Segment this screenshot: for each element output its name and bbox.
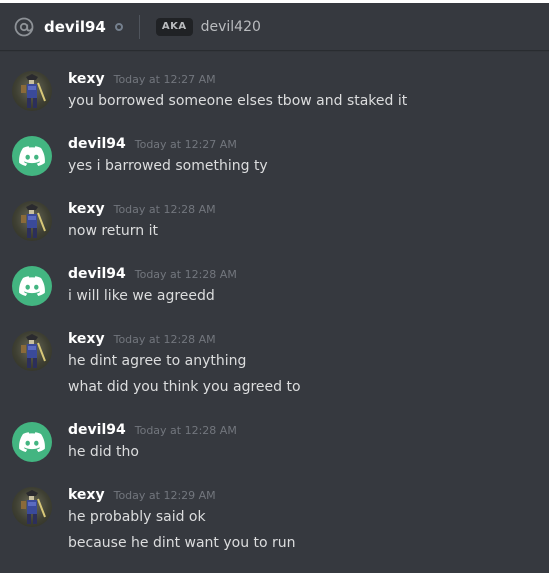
status-offline-icon <box>114 22 123 31</box>
message-body: kexy Today at 12:28 AM now return it <box>68 201 539 241</box>
discord-logo-icon <box>19 276 45 296</box>
message-author[interactable]: kexy <box>68 71 105 87</box>
message-author[interactable]: kexy <box>68 201 105 217</box>
message-author[interactable]: devil94 <box>68 422 126 438</box>
message-timestamp: Today at 12:27 AM <box>134 138 237 151</box>
message-author[interactable]: devil94 <box>68 136 126 152</box>
discord-default-avatar[interactable] <box>12 136 52 176</box>
at-sign-icon <box>14 17 34 37</box>
message-body: kexy Today at 12:27 AM you borrowed some… <box>68 71 539 111</box>
discord-default-avatar[interactable] <box>12 422 52 462</box>
message-timestamp: Today at 12:27 AM <box>113 73 216 86</box>
message-body: devil94 Today at 12:28 AM he did tho <box>68 422 539 462</box>
message-author[interactable]: kexy <box>68 487 105 503</box>
discord-logo-icon <box>19 432 45 452</box>
message-text: he dint agree to anything <box>68 353 247 369</box>
message-timestamp: Today at 12:28 AM <box>113 203 216 216</box>
message-text: he probably said ok <box>68 509 206 525</box>
message-body: kexy Today at 12:28 AM he dint agree to … <box>68 331 539 397</box>
message-text: i will like we agreedd <box>68 288 215 304</box>
message-body: devil94 Today at 12:27 AM yes i barrowed… <box>68 136 539 176</box>
message-text: what did you think you agreed to <box>68 379 301 395</box>
message-author[interactable]: kexy <box>68 331 105 347</box>
discord-default-avatar[interactable] <box>12 266 52 306</box>
message-timestamp: Today at 12:28 AM <box>134 268 237 281</box>
message-text: he did tho <box>68 444 139 460</box>
header-divider <box>138 14 140 39</box>
dm-header: devil94 AKA devil420 <box>0 3 549 50</box>
kexy-avatar[interactable] <box>12 201 52 241</box>
message-body: kexy Today at 12:29 AM he probably said … <box>68 487 539 553</box>
message-text: because he dint want you to run <box>68 535 296 551</box>
kexy-avatar[interactable] <box>12 71 52 111</box>
message-timestamp: Today at 12:28 AM <box>113 333 216 346</box>
kexy-avatar[interactable] <box>12 331 52 371</box>
header-username: devil94 <box>44 17 106 36</box>
message-timestamp: Today at 12:29 AM <box>113 489 216 502</box>
message-body: devil94 Today at 12:28 AM i will like we… <box>68 266 539 306</box>
message-timestamp: Today at 12:28 AM <box>134 424 237 437</box>
discord-logo-icon <box>19 146 45 166</box>
message-author[interactable]: devil94 <box>68 266 126 282</box>
message-text: now return it <box>68 223 158 239</box>
message-text: yes i barrowed something ty <box>68 158 268 174</box>
aka-nickname: devil420 <box>200 18 261 35</box>
kexy-avatar[interactable] <box>12 487 52 527</box>
aka-badge: AKA <box>155 17 193 36</box>
message-text: you borrowed someone elses tbow and stak… <box>68 93 408 109</box>
